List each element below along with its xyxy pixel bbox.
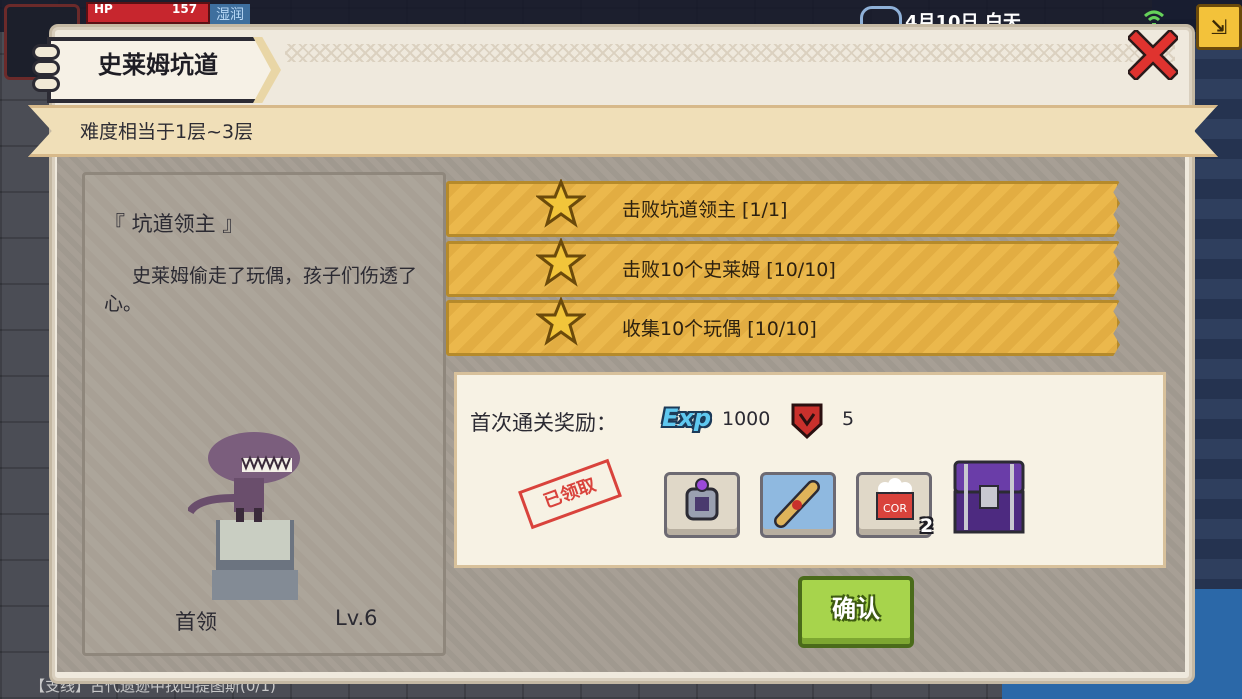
difficulty-text: 难度相当于1层~3层 <box>80 121 254 143</box>
confirm-button[interactable]: 确认 <box>798 576 914 648</box>
item-count: 2 <box>920 515 934 537</box>
ring-binding-icon <box>32 44 60 60</box>
ring-binding-icon <box>32 76 60 92</box>
star-icon <box>536 179 586 228</box>
boss-level: Lv.6 <box>335 606 378 630</box>
boss-name: 『 坑道领主 』 <box>104 212 244 236</box>
close-icon[interactable] <box>1128 30 1178 80</box>
exit-icon[interactable]: ⇲ <box>1196 4 1242 50</box>
reward-item-slot[interactable] <box>952 458 1025 534</box>
objective-label: 击败10个史莱姆 [10/10] <box>622 259 836 281</box>
boss-description: 史莱姆偷走了玩偶，孩子们伤透了心。 <box>104 265 418 315</box>
ring-icon <box>685 478 719 521</box>
reward-item-slot[interactable] <box>760 472 836 538</box>
decorative-border <box>285 44 1175 62</box>
scroll-icon <box>774 480 820 528</box>
exp-icon: Exp <box>662 404 712 432</box>
popcorn-label: COR <box>883 502 907 515</box>
objective-label: 击败坑道领主 [1/1] <box>622 199 788 221</box>
hp-value: 157 <box>172 2 198 16</box>
chest-icon <box>953 460 1025 534</box>
exp-value: 1000 <box>722 408 771 430</box>
boss-slime-icon <box>188 432 300 600</box>
ring-binding-icon <box>32 60 60 76</box>
popcorn-icon: COR <box>876 478 914 520</box>
objective-label: 收集10个玩偶 [10/10] <box>622 318 817 340</box>
badge-value: 5 <box>842 408 855 430</box>
hp-label: HP <box>94 2 113 16</box>
star-icon <box>536 297 586 346</box>
boss-role: 首领 <box>175 610 217 634</box>
badge-icon <box>791 403 823 440</box>
reward-item-slot[interactable] <box>664 472 740 538</box>
weather-status-tag: 湿润 <box>210 4 250 26</box>
star-icon <box>536 238 586 287</box>
reward-label: 首次通关奖励： <box>470 411 617 435</box>
dialog-title: 史莱姆坑道 <box>98 51 218 79</box>
